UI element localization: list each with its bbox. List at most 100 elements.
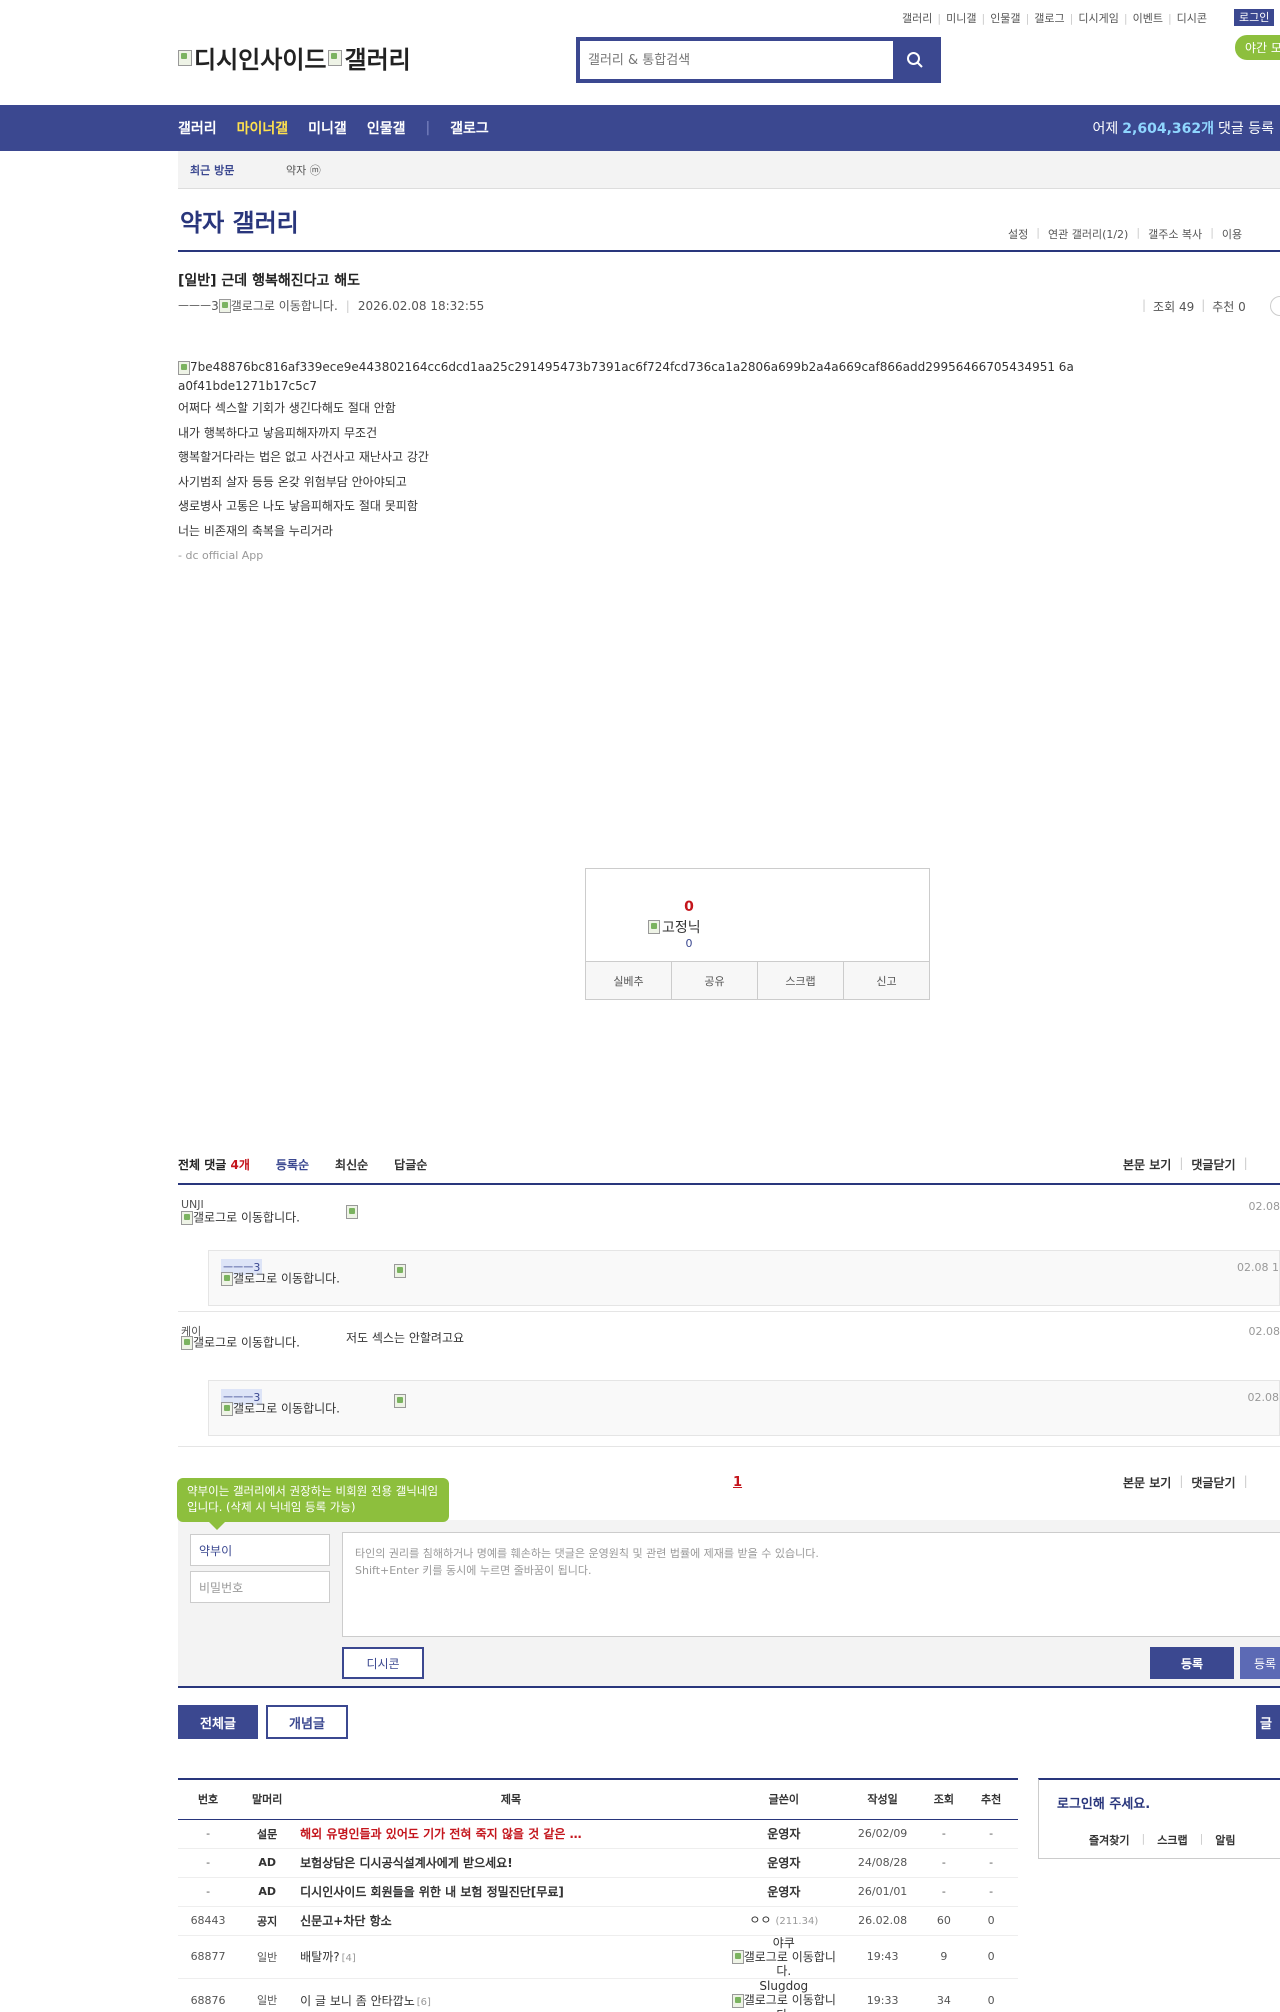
concept-posts-button[interactable]: 개념글 [266, 1705, 348, 1739]
top-link[interactable]: 인물갤 [990, 10, 1020, 26]
submit-comment-button[interactable]: 등록 [1150, 1647, 1234, 1679]
table-row[interactable]: 68443 공지 신문고+차단 항소 ㅇㅇ (211.34) 26.02.08 60 0 [178, 1906, 1018, 1936]
writer-nick[interactable]: 운영자 [726, 1856, 842, 1870]
gnb-item-gallery[interactable]: 갤러리 [178, 118, 217, 138]
report-button[interactable]: 신고 [844, 962, 929, 999]
row-subject-text[interactable]: 신문고+차단 항소 [300, 1914, 392, 1928]
comment-gallog-link[interactable]: 갤로그로 이동합니다. [181, 1336, 311, 1350]
row-head: AD [238, 1848, 297, 1878]
row-subject[interactable]: 배탈까? [4] [296, 1935, 726, 1979]
gallog-alt: 갤로그로 이동합니다. [233, 1271, 340, 1286]
fixed-nick-icon [648, 920, 660, 934]
writer-nick[interactable]: 야쿠 [726, 1936, 842, 1950]
reply-gallog-link[interactable]: 갤로그로 이동합니다. [221, 1402, 351, 1416]
sort-replies[interactable]: 답글순 [394, 1156, 427, 1173]
view-body-link[interactable]: 본문 보기 [1123, 1156, 1171, 1173]
row-writer[interactable]: 야쿠 갤로그로 이동합니다. [725, 1935, 842, 1979]
site-logo[interactable]: 디시인사이드 갤러리 [178, 40, 411, 75]
row-subject[interactable]: 이 글 보니 좀 안타깝노 [6] [296, 1978, 726, 2012]
row-subject[interactable]: 보험상담은 디시공식설계사에게 받으세요! [296, 1848, 726, 1878]
sort-latest[interactable]: 최신순 [335, 1156, 368, 1173]
gallery-title[interactable]: 약자 갤러리 [180, 203, 299, 238]
comment-textarea[interactable]: 타인의 권리를 침해하거나 명예를 훼손하는 댓글은 운영원칙 및 관련 법률에… [342, 1532, 1280, 1637]
row-writer[interactable]: ㅇㅇ (211.34) [725, 1906, 842, 1936]
row-subject-text[interactable]: 보험상담은 디시공식설계사에게 받으세요! [300, 1856, 513, 1870]
writer-gallog-link[interactable]: 갤로그로 이동합니다. [726, 1950, 842, 1979]
writer-nick[interactable]: ㅇㅇ [749, 1913, 771, 1927]
table-row[interactable]: 68877 일반 배탈까? [4] 야쿠 갤로그로 이동합니다. 19:43 9 0 [178, 1935, 1018, 1979]
gnb-item-mini[interactable]: 미니갤 [308, 118, 347, 138]
related-gallery-link[interactable]: 연관 갤러리(1/2) [1048, 226, 1128, 242]
top-link[interactable]: 미니갤 [946, 10, 976, 26]
row-writer[interactable]: Slugdog갤로그로 이동합니다. [725, 1978, 842, 2012]
row-subject[interactable]: 해외 유명인들과 있어도 기가 전혀 죽지 않을 것 같은 … [296, 1819, 726, 1849]
login-button[interactable]: 로그인 [1228, 9, 1275, 26]
sort-registered[interactable]: 등록순 [276, 1156, 309, 1173]
reply-count[interactable]: [4] [342, 1953, 356, 1964]
writer-nick[interactable]: 운영자 [726, 1885, 842, 1899]
gallog-image-icon[interactable] [218, 298, 231, 313]
post-image[interactable]: 7be48876bc816af339ece9e443802164cc6dcd1a… [178, 358, 1078, 396]
comment-dccon[interactable] [346, 1204, 358, 1219]
table-row[interactable]: - 설문 해외 유명인들과 있어도 기가 전혀 죽지 않을 것 같은 … 운영자 26/… [178, 1819, 1018, 1849]
top-link[interactable]: 갤로그 [1034, 10, 1064, 26]
top-link[interactable]: 이벤트 [1133, 10, 1163, 26]
post-author[interactable]: ㅡㅡㅡ3 [178, 297, 219, 314]
silver-recommend-button[interactable]: 실베추 [586, 962, 672, 999]
table-row[interactable]: 68876일반이 글 보니 좀 안타깝노[6]Slugdog갤로그로 이동합니다… [178, 1978, 1018, 2012]
scrap-link[interactable]: 스크랩 [1157, 1832, 1187, 1848]
row-subject[interactable]: 디시인사이드 회원들을 위한 내 보험 정밀진단[무료] [296, 1877, 726, 1907]
table-row[interactable]: - AD 디시인사이드 회원들을 위한 내 보험 정밀진단[무료] 운영자 26/01/… [178, 1877, 1018, 1907]
row-subject-text[interactable]: 배탈까? [300, 1950, 340, 1964]
top-link[interactable]: 디시게임 [1078, 10, 1118, 26]
reply-gallog-link[interactable]: 갤로그로 이동합니다. [221, 1272, 351, 1286]
row-subject-text[interactable]: 해외 유명인들과 있어도 기가 전혀 죽지 않을 것 같은 … [300, 1827, 581, 1841]
reply-count[interactable]: [6] [417, 1997, 431, 2008]
night-mode-button[interactable]: 야간 모 [1235, 35, 1280, 60]
row-subject-text[interactable]: 디시인사이드 회원들을 위한 내 보험 정밀진단[무료] [300, 1885, 564, 1899]
more-circle-icon[interactable] [1270, 296, 1280, 316]
recent-visit-label[interactable]: 최근 방문 [190, 162, 286, 178]
top-link[interactable]: 디시콘 [1177, 10, 1207, 26]
comment-nick[interactable]: UNJI [181, 1198, 204, 1211]
reply-dccon[interactable] [394, 1393, 406, 1408]
gnb-item-gallog[interactable]: 갤로그 [450, 118, 489, 138]
gallery-setting-link[interactable]: 설정 [1008, 226, 1028, 242]
close-comments-link[interactable]: 댓글닫기 [1191, 1474, 1235, 1491]
copy-url-link[interactable]: 갤주소 복사 [1148, 226, 1202, 242]
writer-nick[interactable]: Slugdog [726, 1979, 842, 1993]
write-post-button[interactable]: 글 [1256, 1705, 1280, 1739]
row-writer[interactable]: 운영자 [725, 1819, 842, 1849]
row-subject[interactable]: 신문고+차단 항소 [296, 1906, 726, 1936]
fixed-nick-recommend[interactable]: 고정닉 [648, 917, 701, 937]
usage-link[interactable]: 이용 [1222, 226, 1242, 242]
row-writer[interactable]: 운영자 [725, 1877, 842, 1907]
writer-gallog-link[interactable]: 갤로그로 이동합니다. [726, 1993, 842, 2012]
dccon-button[interactable]: 디시콘 [342, 1647, 424, 1679]
submit-recommend-button[interactable]: 등록 [1240, 1647, 1280, 1679]
comment-page-1[interactable]: 1 [733, 1475, 742, 1490]
login-prompt[interactable]: 로그인해 주세요. [1057, 1793, 1150, 1812]
gnb-item-minor[interactable]: 마이너갤 [237, 118, 289, 138]
table-row[interactable]: - AD 보험상담은 디시공식설계사에게 받으세요! 운영자 24/08/28- - [178, 1848, 1018, 1878]
post-author-alt[interactable]: 갤로그로 이동합니다. [231, 297, 338, 314]
search-input[interactable] [580, 41, 893, 79]
password-input[interactable]: 비밀번호 [190, 1571, 330, 1603]
writer-nick[interactable]: 운영자 [726, 1827, 842, 1841]
comment-gallog-link[interactable]: 갤로그로 이동합니다. [181, 1211, 311, 1225]
all-posts-button[interactable]: 전체글 [178, 1705, 258, 1739]
view-body-link[interactable]: 본문 보기 [1123, 1474, 1171, 1491]
row-writer[interactable]: 운영자 [725, 1848, 842, 1878]
scrap-button[interactable]: 스크랩 [758, 962, 844, 999]
reply-dccon[interactable] [394, 1263, 406, 1278]
share-button[interactable]: 공유 [672, 962, 758, 999]
top-link[interactable]: 갤러리 [902, 10, 932, 26]
row-subject-text[interactable]: 이 글 보니 좀 안타깝노 [300, 1994, 415, 2008]
nickname-input[interactable]: 약부이 [190, 1534, 330, 1566]
close-comments-link[interactable]: 댓글닫기 [1191, 1156, 1235, 1173]
gnb-item-person[interactable]: 인물갤 [367, 118, 406, 138]
recent-visit-item[interactable]: 약자 ⓜ [286, 162, 321, 178]
alarm-link[interactable]: 알림 [1215, 1832, 1235, 1848]
favorites-link[interactable]: 즐겨찾기 [1089, 1832, 1129, 1848]
search-button[interactable] [893, 41, 937, 79]
